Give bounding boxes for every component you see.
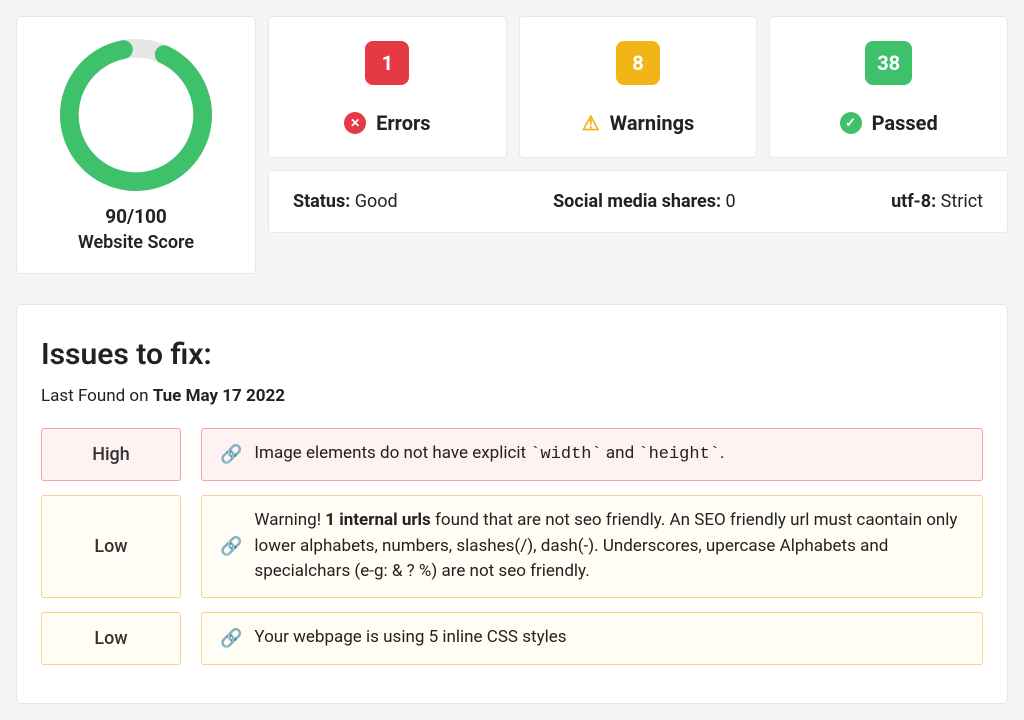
issue-row: High 🔗 Image elements do not have explicit… [41, 428, 983, 481]
errors-count: 1 [365, 41, 409, 85]
passed-count: 38 [865, 41, 912, 85]
warnings-count: 8 [616, 41, 660, 85]
status-label: Status: [293, 191, 350, 212]
issue-row: Low 🔗 Warning! 1 internal urls found that … [41, 495, 983, 598]
social-label: Social media shares: [553, 191, 721, 212]
issue-box[interactable]: 🔗 Your webpage is using 5 inline CSS styl… [201, 612, 983, 665]
status-bar: Status: Good Social media shares: 0 utf-… [268, 170, 1008, 233]
score-value: 90/100 [27, 205, 245, 228]
severity-badge: Low [41, 612, 181, 665]
check-icon: ✓ [840, 112, 862, 134]
link-icon: 🔗 [220, 441, 242, 468]
error-icon: ✕ [344, 112, 366, 134]
issue-text: Your webpage is using 5 inline CSS style… [254, 625, 566, 651]
score-ring [56, 35, 216, 195]
status-value: Good [350, 191, 397, 212]
stat-passed: 38 ✓ Passed [769, 16, 1008, 158]
warning-icon: ⚠ [582, 111, 600, 135]
social-value: 0 [721, 191, 736, 212]
stat-warnings: 8 ⚠ Warnings [519, 16, 758, 158]
errors-label: Errors [376, 111, 430, 135]
encoding-value: Strict [936, 191, 983, 212]
issue-box[interactable]: 🔗 Image elements do not have explicit `wi… [201, 428, 983, 481]
warnings-label: Warnings [610, 111, 695, 135]
score-card: 90/100 Website Score [16, 16, 256, 274]
score-label: Website Score [27, 232, 245, 253]
issues-subtitle: Last Found on Tue May 17 2022 [41, 386, 983, 406]
encoding-label: utf-8: [891, 191, 936, 212]
severity-badge: Low [41, 495, 181, 598]
issues-section: Issues to fix: Last Found on Tue May 17 … [16, 304, 1008, 704]
issues-title: Issues to fix: [41, 337, 983, 372]
stat-errors: 1 ✕ Errors [268, 16, 507, 158]
issue-text: Image elements do not have explicit `wid… [254, 441, 724, 468]
issue-box[interactable]: 🔗 Warning! 1 internal urls found that are… [201, 495, 983, 598]
issue-text: Warning! 1 internal urls found that are … [254, 508, 964, 585]
link-icon: 🔗 [220, 625, 242, 652]
severity-badge: High [41, 428, 181, 481]
passed-label: Passed [872, 111, 938, 135]
issue-row: Low 🔗 Your webpage is using 5 inline CSS s… [41, 612, 983, 665]
link-icon: 🔗 [220, 533, 242, 560]
